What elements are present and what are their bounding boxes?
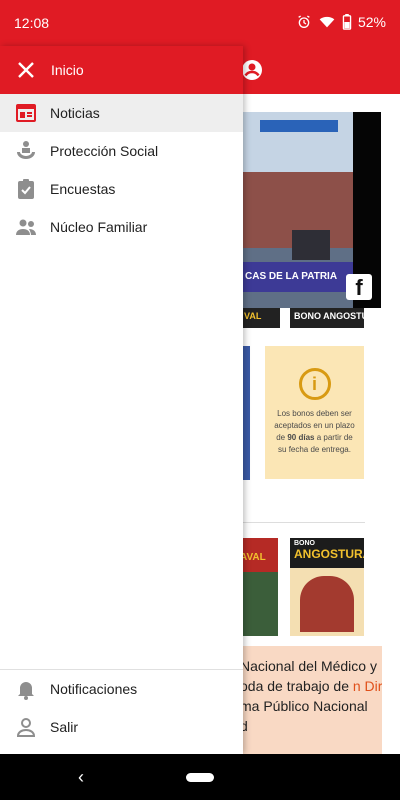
- article-line: oda de trabajo de n Directo dia 30: [240, 676, 382, 696]
- newspaper-icon: [16, 104, 36, 122]
- bond-notice-card: i Los bonos deben ser aceptados en un pl…: [265, 346, 364, 479]
- menu-label: Núcleo Familiar: [50, 219, 148, 235]
- account-circle-icon[interactable]: [240, 58, 264, 82]
- poster-right-art: [300, 576, 354, 632]
- menu-label: Encuestas: [50, 181, 116, 197]
- system-nav-bar: ‹: [0, 754, 400, 800]
- article-line: d: [240, 718, 248, 734]
- menu-label: Salir: [50, 719, 79, 735]
- drawer-title: Inicio: [51, 62, 84, 78]
- poster-left-label: AVAL: [240, 552, 266, 563]
- back-button[interactable]: ‹: [78, 767, 84, 788]
- family-group-icon: [16, 219, 36, 235]
- menu-item-salir[interactable]: Salir: [0, 708, 243, 746]
- drawer-footer: Notificaciones Salir: [0, 669, 243, 746]
- survey-clipboard-icon: [18, 179, 34, 199]
- article-overlay: n Directo dia 30: [352, 678, 382, 694]
- info-icon: i: [298, 368, 331, 400]
- thumbnail-strip-left: VAL: [240, 308, 280, 328]
- drawer-header: Inicio: [0, 46, 243, 94]
- person-logout-icon: [16, 718, 36, 737]
- battery-percent: 52%: [357, 14, 386, 30]
- wifi-icon: [319, 16, 335, 28]
- poster-small-label: BONO: [294, 540, 315, 547]
- article-card[interactable]: Nacional del Médico y oda de trabajo de …: [240, 646, 382, 754]
- poster-left[interactable]: AVAL: [240, 538, 278, 636]
- video-speaker: [292, 230, 330, 260]
- menu-item-proteccion-social[interactable]: Protección Social: [0, 132, 243, 170]
- poster-left-art: [240, 572, 278, 636]
- alarm-icon: [298, 15, 310, 28]
- status-icons: 52%: [296, 14, 386, 30]
- social-protection-icon: [17, 141, 35, 159]
- video-banner-text: CAS DE LA PATRIA: [240, 262, 353, 292]
- poster-header: BONO ANGOSTURA: [290, 538, 364, 568]
- status-time: 12:08: [14, 15, 50, 31]
- navigation-drawer: Inicio Noticias Protección Social Encues…: [0, 46, 243, 754]
- menu-item-notificaciones[interactable]: Notificaciones: [0, 670, 243, 708]
- article-line: ma Público Nacional: [240, 698, 368, 714]
- video-thumbnail[interactable]: CAS DE LA PATRIA: [240, 112, 353, 308]
- video-sign: [260, 120, 338, 132]
- menu-label: Protección Social: [50, 143, 159, 159]
- facebook-icon[interactable]: f: [346, 274, 372, 300]
- content-divider: [240, 522, 365, 523]
- poster-big-label: ANGOSTURA: [294, 547, 364, 561]
- battery-icon: [342, 14, 352, 30]
- menu-label: Notificaciones: [50, 681, 138, 697]
- thumbnail-strip-right: BONO ANGOSTURA: [290, 308, 364, 328]
- bond-notice-text: Los bonos deben ser aceptados en un plaz…: [274, 409, 355, 454]
- home-pill-button[interactable]: [186, 773, 214, 782]
- menu-item-encuestas[interactable]: Encuestas: [0, 170, 243, 208]
- menu-item-noticias[interactable]: Noticias: [0, 94, 243, 132]
- status-bar: 12:08 52%: [0, 0, 400, 46]
- menu-item-nucleo-familiar[interactable]: Núcleo Familiar: [0, 208, 243, 246]
- menu-label: Noticias: [50, 105, 100, 121]
- bell-icon: [18, 682, 34, 700]
- poster-bono-angostura[interactable]: BONO ANGOSTURA: [290, 538, 364, 636]
- drawer-menu: Noticias Protección Social Encuestas Núc…: [0, 94, 243, 246]
- article-line: Nacional del Médico y: [240, 658, 377, 674]
- close-icon[interactable]: [14, 58, 38, 82]
